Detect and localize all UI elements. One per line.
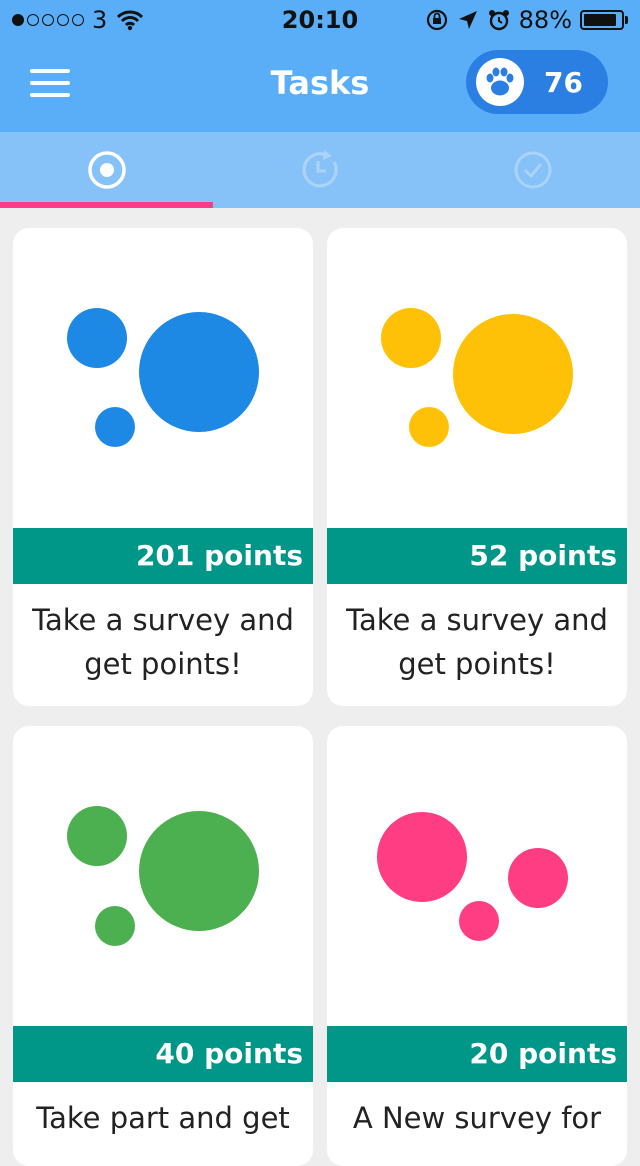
header: 3 20:10 88% Tasks 76	[0, 0, 640, 208]
task-description: A New survey for	[352, 1101, 602, 1135]
task-card[interactable]: 40 points Take part and get	[13, 726, 313, 1166]
battery-percent: 88%	[518, 6, 572, 34]
task-description: Take part and get	[36, 1101, 290, 1135]
radio-target-icon	[87, 151, 126, 189]
points-balance: 76	[544, 66, 583, 99]
survey-bubbles-icon	[13, 228, 313, 528]
task-card[interactable]: 20 points A New survey for	[327, 726, 627, 1166]
task-card[interactable]: 52 points Take a survey and get points!	[327, 228, 627, 706]
survey-bubbles-icon	[327, 228, 627, 528]
check-circle-icon	[514, 151, 552, 189]
points-balance-button[interactable]: 76	[466, 50, 608, 114]
task-card[interactable]: 201 points Take a survey and get points!	[13, 228, 313, 706]
alarm-icon	[488, 10, 509, 31]
points-label: 40 points	[13, 1026, 313, 1082]
rotation-lock-icon	[426, 9, 447, 31]
task-description: Take a survey and get points!	[346, 603, 608, 681]
points-label: 52 points	[327, 528, 627, 584]
points-label: 201 points	[13, 528, 313, 584]
app-bar: Tasks 76	[0, 40, 640, 132]
location-arrow-icon	[458, 11, 477, 29]
status-bar: 3 20:10 88%	[0, 0, 640, 40]
survey-bubbles-icon	[327, 726, 627, 1026]
active-tab-indicator	[0, 202, 213, 208]
tab-bar	[0, 132, 640, 208]
tab-active-tasks[interactable]	[0, 132, 213, 208]
battery-icon	[580, 10, 628, 30]
status-right: 88%	[425, 6, 628, 34]
survey-bubbles-icon	[13, 726, 313, 1026]
tab-completed-tasks[interactable]	[426, 132, 640, 208]
points-label: 20 points	[327, 1026, 627, 1082]
task-description: Take a survey and get points!	[32, 603, 294, 681]
tab-pending-tasks[interactable]	[213, 132, 426, 208]
clock-refresh-icon	[302, 150, 338, 188]
paw-icon	[476, 58, 524, 106]
